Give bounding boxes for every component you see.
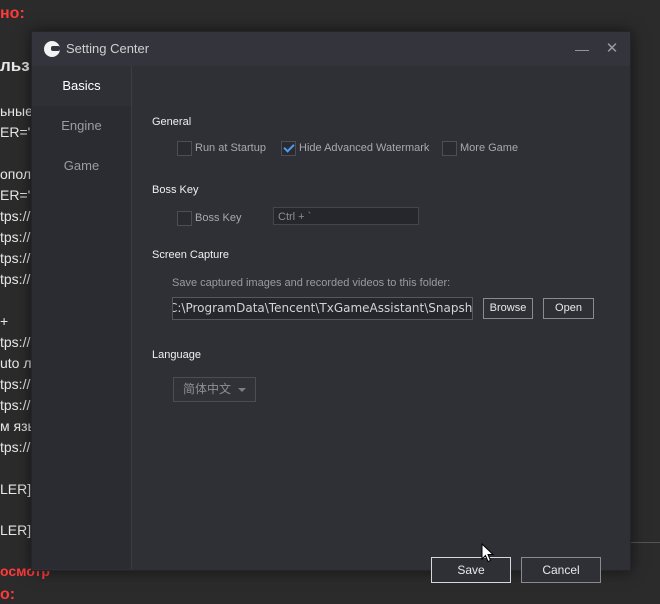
bg-text: LER] xyxy=(0,522,32,538)
bg-text: ополі xyxy=(0,166,35,182)
bg-text: ER=' xyxy=(0,187,31,203)
general-section-title: General xyxy=(152,116,192,128)
checkbox-label: Hide Advanced Watermark xyxy=(299,142,430,154)
save-folder-hint: Save captured images and recorded videos… xyxy=(172,277,451,289)
bg-text: ER=' xyxy=(0,124,31,140)
sidebar-item-engine[interactable]: Engine xyxy=(32,106,131,146)
boss-key-hotkey-field[interactable]: Ctrl + ` xyxy=(273,207,419,225)
chevron-down-icon xyxy=(238,388,246,392)
bg-text: ьные xyxy=(0,103,33,119)
checkbox-label: Boss Key xyxy=(195,212,242,224)
bg-text[interactable]: tps:// xyxy=(0,334,30,350)
bg-text: о: xyxy=(0,586,16,603)
app-logo-icon xyxy=(44,41,60,57)
boss-key-section-title: Boss Key xyxy=(152,184,199,196)
sidebar-item-game[interactable]: Game xyxy=(32,146,131,186)
bg-text[interactable]: tps:// xyxy=(0,397,30,413)
capture-folder-path-field[interactable]: C:\ProgramData\Tencent\TxGameAssistant\S… xyxy=(172,297,473,320)
window-title: Setting Center xyxy=(66,41,150,56)
bg-text: льз xyxy=(0,56,30,75)
bg-text[interactable]: tps:// xyxy=(0,250,30,266)
sidebar-item-basics[interactable]: Basics xyxy=(32,66,131,106)
bg-text: uto л xyxy=(0,355,32,371)
path-text: C:\ProgramData\Tencent\TxGameAssistant\S… xyxy=(172,301,473,315)
settings-sidebar: Basics Engine Game xyxy=(32,66,132,569)
language-select[interactable]: 简体中文 xyxy=(173,377,256,402)
bg-text[interactable]: tps:// xyxy=(0,271,30,287)
close-button[interactable]: ✕ xyxy=(601,38,623,60)
bg-text[interactable]: tps:// xyxy=(0,376,30,392)
language-selected-value: 简体中文 xyxy=(183,382,232,396)
bg-text: + xyxy=(0,313,9,329)
bg-text[interactable]: tps:// xyxy=(0,439,30,455)
bg-text[interactable]: tps:// xyxy=(0,229,30,245)
open-folder-button[interactable]: Open xyxy=(543,298,594,319)
cancel-button[interactable]: Cancel xyxy=(521,557,601,583)
checkbox-box[interactable] xyxy=(177,211,192,226)
checkbox-box[interactable] xyxy=(442,141,457,156)
mouse-cursor-icon xyxy=(481,543,495,563)
settings-content: General Run at Startup Hide Advanced Wat… xyxy=(132,66,630,583)
screen-capture-section-title: Screen Capture xyxy=(152,249,230,261)
title-bar[interactable]: Setting Center — ✕ xyxy=(32,32,630,66)
bg-text: м язь xyxy=(0,418,35,434)
save-button[interactable]: Save xyxy=(431,557,511,583)
bg-text[interactable]: tps:// xyxy=(0,208,30,224)
bg-divider xyxy=(630,542,660,543)
minimize-button[interactable]: — xyxy=(571,38,593,60)
browse-button[interactable]: Browse xyxy=(483,298,533,319)
language-section-title: Language xyxy=(152,349,201,361)
checkbox-label: Run at Startup xyxy=(195,142,266,154)
setting-center-dialog: Setting Center — ✕ Basics Engine Game Ge… xyxy=(31,31,631,583)
checkbox-box[interactable] xyxy=(177,141,192,156)
bg-text: но: xyxy=(0,5,25,22)
checkbox-label: More Game xyxy=(460,142,519,154)
checkbox-box-checked[interactable] xyxy=(281,141,296,156)
bg-text: LER] xyxy=(0,481,32,497)
